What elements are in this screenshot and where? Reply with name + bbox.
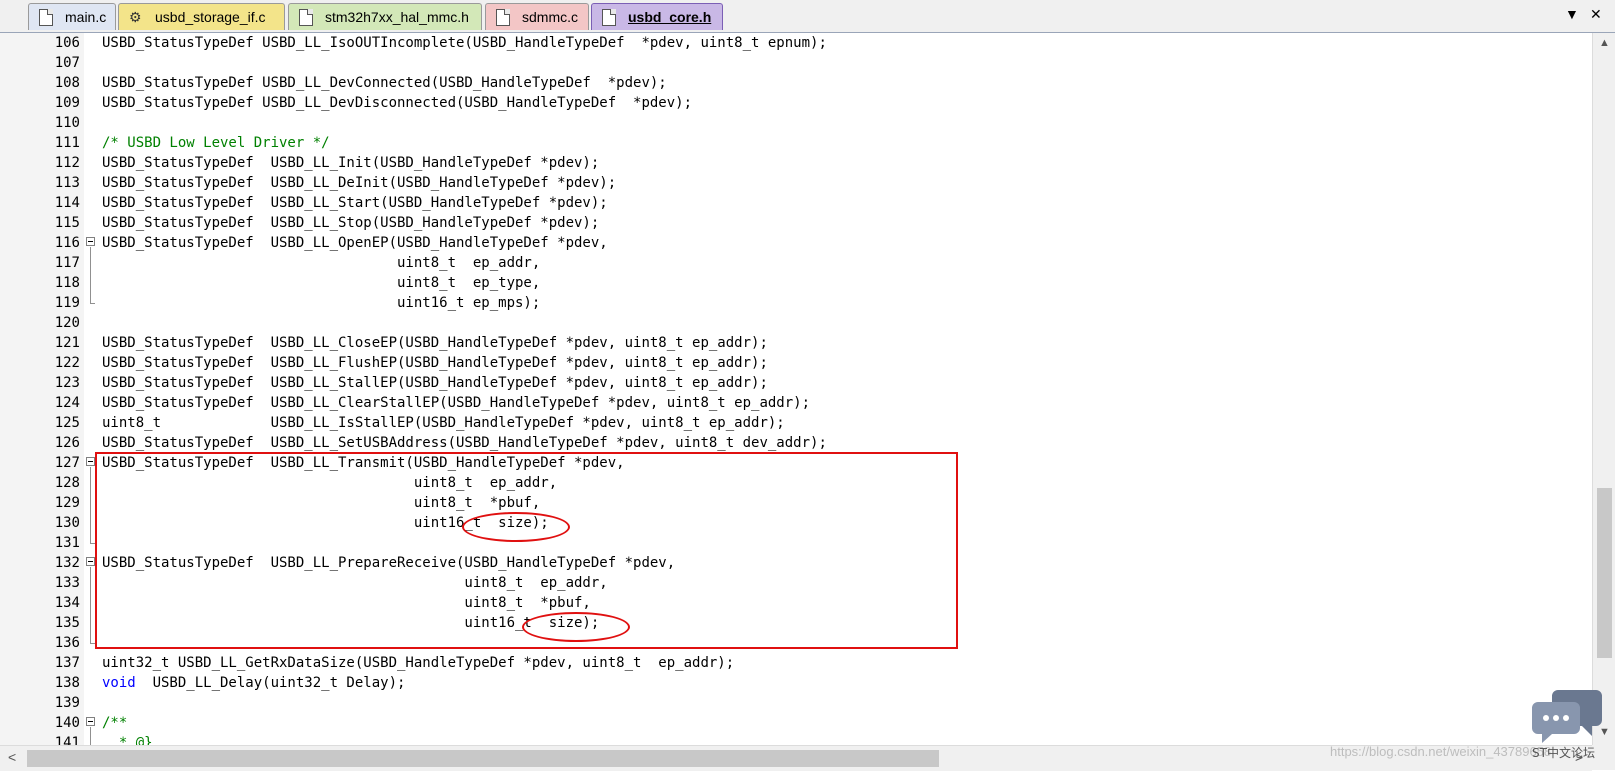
code-text: USBD_StatusTypeDef USBD_LL_ClearStallEP(…: [102, 395, 811, 411]
tab-stm32h7xx-hal-mmc-h[interactable]: stm32h7xx_hal_mmc.h: [288, 3, 482, 30]
code-text: uint16_t ep_mps);: [102, 295, 541, 311]
tab-list-dropdown-icon[interactable]: ▼: [1565, 6, 1579, 22]
code-text: USBD_StatusTypeDef USBD_LL_Start(USBD_Ha…: [102, 195, 608, 211]
fold-collapse-icon[interactable]: [86, 457, 95, 466]
code-text: uint8_t USBD_LL_IsStallEP(USBD_HandleTyp…: [102, 415, 785, 431]
line-number: 123: [0, 373, 80, 393]
line-number: 106: [0, 33, 80, 53]
code-text: USBD_StatusTypeDef USBD_LL_DevConnected(…: [102, 75, 667, 91]
tab-label: usbd_storage_if.c: [155, 9, 266, 25]
tab-label: usbd_core.h: [628, 9, 712, 25]
chat-bubbles-icon: [1532, 690, 1602, 743]
file-icon: [496, 8, 510, 26]
line-number: 125: [0, 413, 80, 433]
fold-guide-end: [90, 303, 95, 304]
code-text: USBD_StatusTypeDef USBD_LL_IsoOUTIncompl…: [102, 35, 827, 51]
line-number: 117: [0, 253, 80, 273]
code-text: USBD_StatusTypeDef USBD_LL_FlushEP(USBD_…: [102, 355, 768, 371]
code-text: USBD_StatusTypeDef USBD_LL_Stop(USBD_Han…: [102, 215, 600, 231]
line-number: 128: [0, 473, 80, 493]
line-number: 115: [0, 213, 80, 233]
code-text: USBD_StatusTypeDef USBD_LL_Init(USBD_Han…: [102, 155, 600, 171]
scroll-up-icon[interactable]: ▲: [1599, 37, 1610, 49]
line-number: 127: [0, 453, 80, 473]
tab-usbd-storage-if-c[interactable]: ⚙ usbd_storage_if.c: [118, 3, 285, 30]
file-icon: [39, 8, 53, 26]
line-number: 138: [0, 673, 80, 693]
fold-guide: [90, 567, 91, 643]
fold-collapse-icon[interactable]: [86, 717, 95, 726]
line-number: 120: [0, 313, 80, 333]
code-text: * @}: [102, 735, 153, 745]
tab-usbd-core-h[interactable]: usbd_core.h: [591, 3, 723, 30]
code-text: /**: [102, 715, 128, 731]
fold-guide: [90, 247, 91, 303]
line-number: 131: [0, 533, 80, 553]
line-number: 110: [0, 113, 80, 133]
line-number: 111: [0, 133, 80, 153]
code-text: USBD_StatusTypeDef USBD_LL_DevDisconnect…: [102, 95, 693, 111]
code-text: USBD_StatusTypeDef USBD_LL_CloseEP(USBD_…: [102, 335, 768, 351]
line-number: 132: [0, 553, 80, 573]
code-text: uint32_t USBD_LL_GetRxDataSize(USBD_Hand…: [102, 655, 735, 671]
tab-label: sdmmc.c: [522, 9, 578, 25]
line-number: 116: [0, 233, 80, 253]
line-number: 112: [0, 153, 80, 173]
line-number: 126: [0, 433, 80, 453]
line-number: 108: [0, 73, 80, 93]
line-number: 135: [0, 613, 80, 633]
gear-file-icon: ⚙: [129, 8, 142, 25]
line-number: 119: [0, 293, 80, 313]
line-number: 124: [0, 393, 80, 413]
line-number: 139: [0, 693, 80, 713]
highlight-ellipse-receive-size: [522, 612, 630, 642]
fold-guide: [90, 467, 91, 543]
scroll-left-icon[interactable]: <: [8, 749, 16, 765]
file-icon: [299, 8, 313, 26]
fold-guide: [90, 727, 91, 745]
line-number: 130: [0, 513, 80, 533]
line-number: 134: [0, 593, 80, 613]
highlight-ellipse-transmit-size: [462, 512, 570, 542]
tab-label: stm32h7xx_hal_mmc.h: [325, 9, 469, 25]
tab-sdmmc-c[interactable]: sdmmc.c: [485, 3, 589, 30]
line-number: 121: [0, 333, 80, 353]
line-number: 113: [0, 173, 80, 193]
code-text: uint8_t ep_addr,: [102, 255, 541, 271]
tab-main-c[interactable]: main.c: [28, 3, 116, 30]
line-number: 129: [0, 493, 80, 513]
forum-label: ST中文论坛: [1532, 746, 1595, 760]
code-text: USBD_StatusTypeDef USBD_LL_DeInit(USBD_H…: [102, 175, 617, 191]
fold-collapse-icon[interactable]: [86, 237, 95, 246]
code-text: void USBD_LL_Delay(uint32_t Delay);: [102, 675, 406, 691]
line-number: 137: [0, 653, 80, 673]
horizontal-scroll-thumb[interactable]: [27, 750, 939, 767]
vertical-scrollbar[interactable]: ▲ ▼: [1592, 33, 1615, 745]
file-icon: [602, 8, 616, 26]
code-text: USBD_StatusTypeDef USBD_LL_SetUSBAddress…: [102, 435, 827, 451]
line-number: 136: [0, 633, 80, 653]
line-number: 118: [0, 273, 80, 293]
code-text: USBD_StatusTypeDef USBD_LL_StallEP(USBD_…: [102, 375, 768, 391]
tab-bar: main.c ⚙ usbd_storage_if.c stm32h7xx_hal…: [0, 0, 1615, 33]
line-number: 122: [0, 353, 80, 373]
line-number: 140: [0, 713, 80, 733]
code-text: uint8_t ep_type,: [102, 275, 541, 291]
code-text: USBD_StatusTypeDef USBD_LL_OpenEP(USBD_H…: [102, 235, 608, 251]
line-number: 133: [0, 573, 80, 593]
close-icon[interactable]: ✕: [1590, 6, 1602, 23]
watermark: https://blog.csdn.net/weixin_43789658: [1330, 744, 1552, 759]
vertical-scroll-thumb[interactable]: [1597, 488, 1612, 658]
fold-collapse-icon[interactable]: [86, 557, 95, 566]
line-number: 141: [0, 733, 80, 745]
line-number: 107: [0, 53, 80, 73]
line-number: 114: [0, 193, 80, 213]
tab-label: main.c: [65, 9, 107, 25]
scrollbar-corner: [1592, 745, 1615, 770]
code-text: /* USBD Low Level Driver */: [102, 135, 330, 151]
line-number: 109: [0, 93, 80, 113]
